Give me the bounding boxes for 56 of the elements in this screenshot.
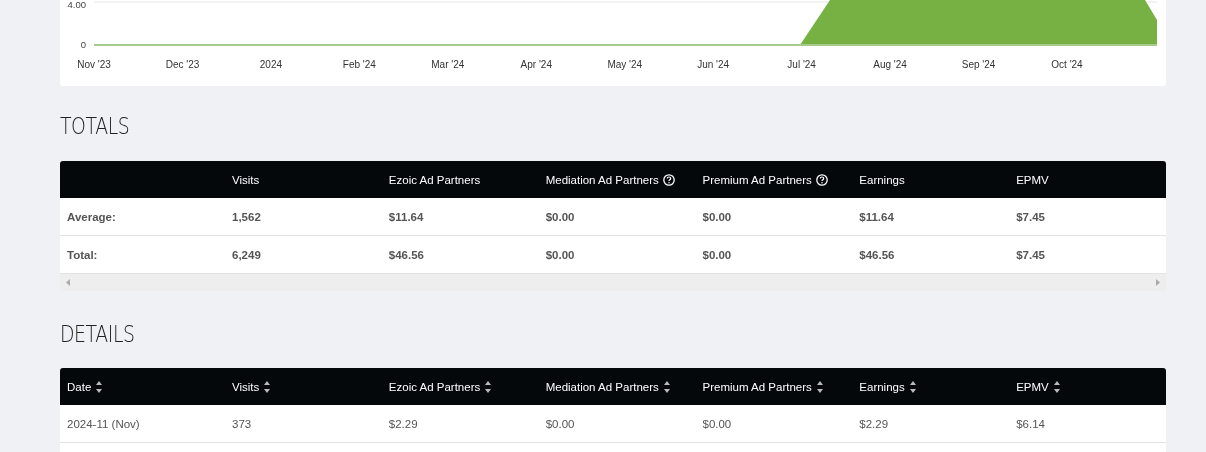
table-cell: $11.64	[381, 198, 539, 236]
axis-label: 0	[80, 39, 86, 50]
column-header: Ezoic Ad Partners	[388, 173, 481, 186]
axis-label: May '24	[607, 59, 643, 70]
help-icon[interactable]	[815, 173, 828, 186]
table-cell: 2024-11 (Nov)	[60, 405, 225, 443]
column-header: Premium Ad Partners	[702, 173, 812, 186]
axis-label: 2024	[259, 59, 283, 70]
axis-label: Oct '24	[1051, 59, 1083, 70]
table-cell: $0.00	[695, 405, 853, 443]
sort-icon[interactable]	[263, 379, 272, 394]
section-heading: DETAILS	[60, 321, 135, 347]
column-header[interactable]: EPMV	[1016, 380, 1049, 393]
row-label: Total:	[60, 235, 225, 274]
column-header[interactable]: Visits	[232, 380, 260, 393]
row-label: Average:	[60, 198, 225, 236]
column-header[interactable]: Date	[67, 380, 92, 393]
axis-label: Sep '24	[961, 59, 996, 70]
axis-label: Jul '24	[787, 59, 816, 70]
axis-label: Feb '24	[342, 59, 376, 70]
column-header: EPMV	[1016, 173, 1049, 186]
axis-label: Apr '24	[520, 59, 552, 70]
table-cell: $2.29	[381, 405, 539, 443]
table-cell: $0.00	[695, 198, 853, 236]
column-header[interactable]: Earnings	[859, 380, 905, 393]
table-cell: 6,249	[225, 235, 382, 274]
sort-icon[interactable]	[1052, 379, 1061, 394]
table-cell: $0.00	[538, 198, 696, 236]
table-cell: $46.56	[852, 235, 1010, 274]
axis-label: Nov '23	[77, 59, 111, 70]
table-cell: 1,562	[225, 198, 382, 236]
table-cell: $7.45	[1009, 198, 1166, 236]
table-cell: $6.14	[1009, 405, 1166, 443]
sort-icon[interactable]	[815, 379, 824, 394]
sort-icon[interactable]	[95, 379, 104, 394]
table-cell: $0.00	[695, 235, 853, 274]
table-cell: $2.29	[852, 405, 1010, 443]
axis-label: 4.00	[67, 0, 86, 10]
column-header: Mediation Ad Partners	[545, 173, 659, 186]
table-cell: $7.45	[1009, 235, 1166, 274]
axis-label: Jun '24	[697, 59, 730, 70]
sort-icon[interactable]	[484, 379, 493, 394]
axis-label: Aug '24	[873, 59, 907, 70]
axis-label: Dec '23	[165, 59, 200, 70]
help-icon[interactable]	[662, 173, 675, 186]
table-cell: $0.00	[538, 405, 696, 443]
table-cell: $11.64	[852, 198, 1010, 236]
table-cell: 373	[225, 405, 382, 443]
section-heading: TOTALS	[60, 113, 130, 139]
sort-icon[interactable]	[908, 379, 917, 394]
axis-label: Mar '24	[431, 59, 465, 70]
table-cell: $0.00	[538, 235, 696, 274]
column-header: Visits	[232, 173, 260, 186]
column-header: Earnings	[859, 173, 905, 186]
table-cell: $46.56	[381, 235, 539, 274]
sort-icon[interactable]	[662, 379, 671, 394]
